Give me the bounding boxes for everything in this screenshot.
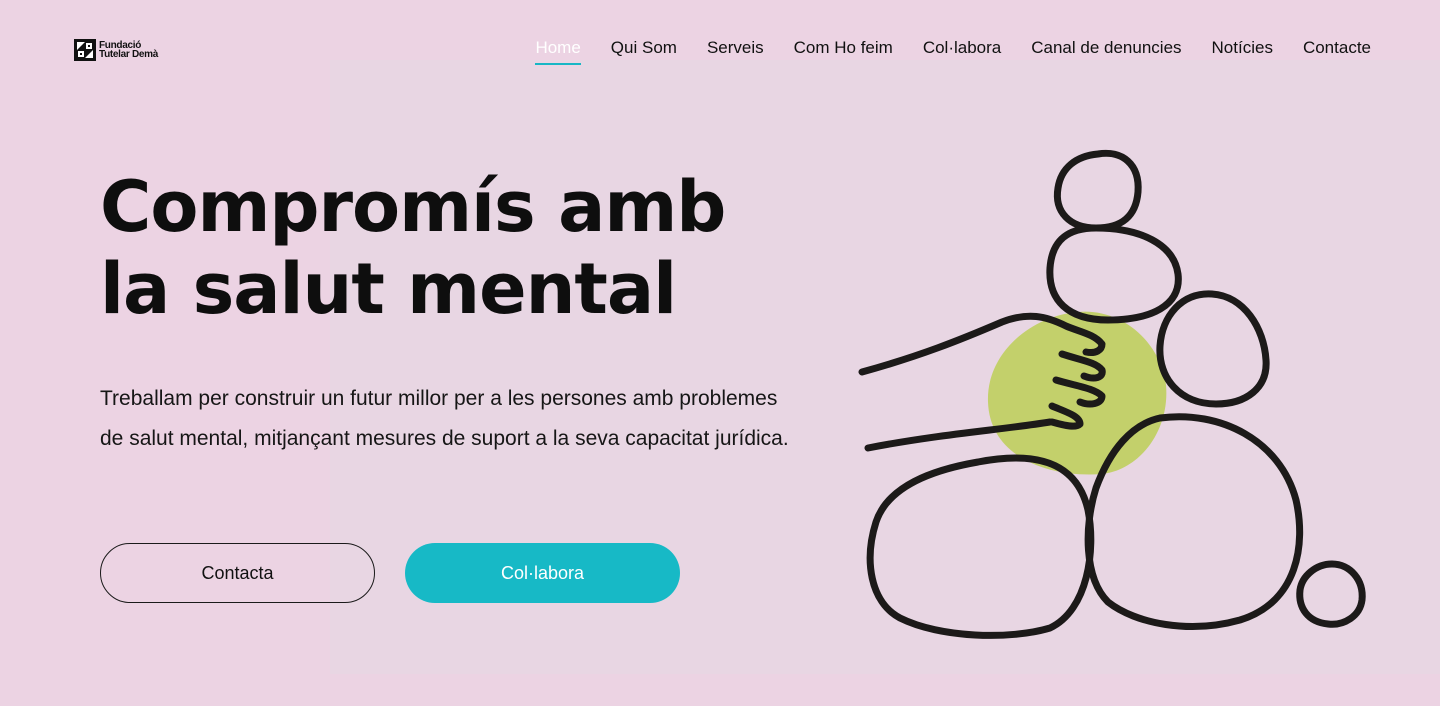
stone-right-middle — [1156, 290, 1270, 408]
nav-item-qui-som[interactable]: Qui Som — [611, 38, 677, 63]
main-navigation: Home Qui Som Serveis Com Ho feim Col·lab… — [505, 38, 1371, 65]
site-header: Fundació Tutelar Demà Home Qui Som Serve… — [0, 0, 1440, 100]
nav-item-com-ho-feim[interactable]: Com Ho feim — [794, 38, 893, 63]
logo-line-2: Tutelar Demà — [99, 49, 159, 60]
stone-pebble — [1296, 560, 1366, 628]
site-logo[interactable]: Fundació Tutelar Demà — [74, 39, 158, 61]
nav-item-serveis[interactable]: Serveis — [707, 38, 764, 63]
hero-title: Compromís amb la salut mental — [100, 166, 726, 330]
stone-second — [1046, 224, 1182, 324]
hero-description: Treballam per construir un futur millor … — [100, 387, 789, 450]
nav-item-collabora[interactable]: Col·labora — [923, 38, 1001, 63]
logo-text: Fundació Tutelar Demà — [99, 41, 159, 60]
green-circle-shape — [987, 311, 1167, 475]
stone-top — [1053, 149, 1142, 232]
nav-item-canal-de-denuncies[interactable]: Canal de denuncies — [1031, 38, 1181, 63]
stone-bottom-right — [1084, 413, 1304, 630]
nav-item-contacte[interactable]: Contacte — [1303, 38, 1371, 63]
contact-button[interactable]: Contacta — [100, 543, 375, 603]
nav-item-home[interactable]: Home — [535, 38, 581, 65]
logo-mark-icon — [74, 39, 96, 61]
stone-bottom-left — [866, 454, 1095, 639]
nav-item-noticies[interactable]: Notícies — [1212, 38, 1273, 63]
collaborate-button[interactable]: Col·labora — [405, 543, 680, 603]
stacked-stones-hand-illustration — [858, 149, 1366, 639]
